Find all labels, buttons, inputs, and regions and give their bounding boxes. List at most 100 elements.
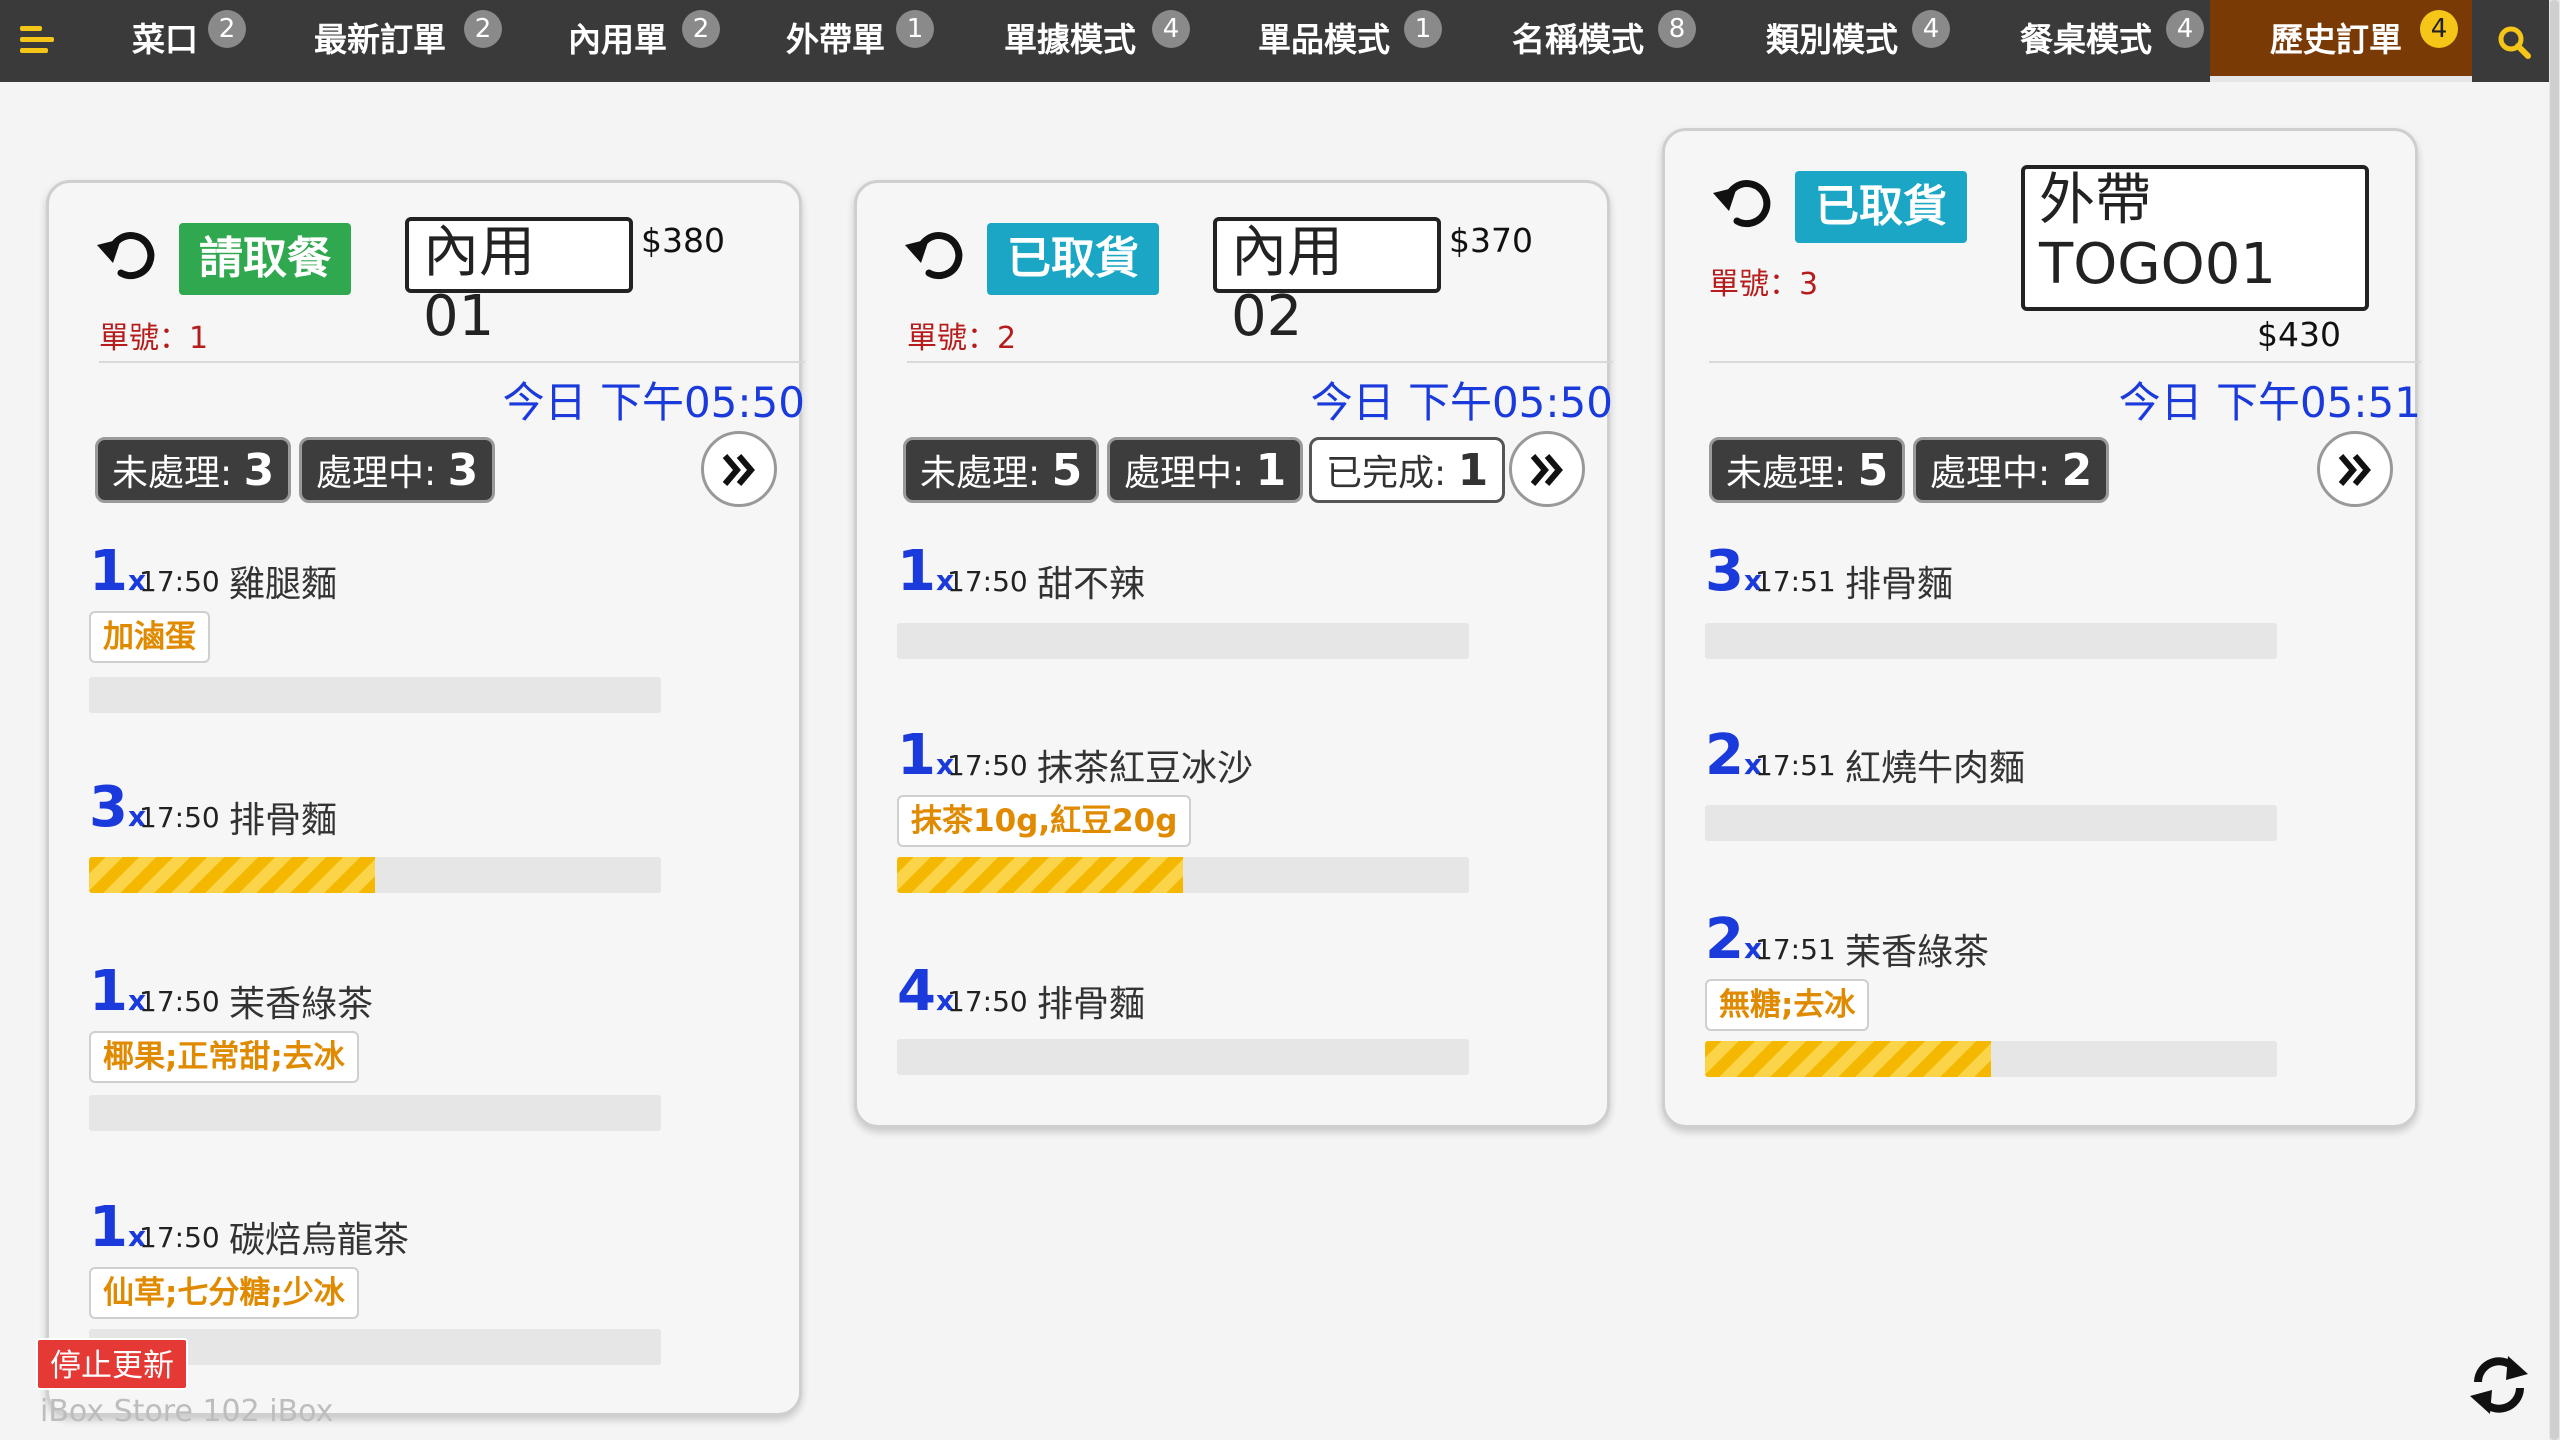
item-time: 17:50 xyxy=(139,985,220,1018)
chip-pending[interactable]: 未處理: 5 xyxy=(903,437,1100,503)
item-qty: 4x xyxy=(897,959,955,1024)
order-card: 已取貨 外帶 TOGO01 單號：3 $430 今日 下午05:51 未處理: … xyxy=(1662,128,2421,1128)
chip-label: 處理中: xyxy=(1930,453,2051,494)
item-time: 17:50 xyxy=(139,801,220,834)
tab-label: 外帶單 xyxy=(786,20,885,59)
refresh-icon[interactable] xyxy=(2466,1352,2532,1418)
tab-table-mode[interactable]: 餐桌模式 4 xyxy=(2020,0,2204,82)
chip-label: 已完成: xyxy=(1326,453,1447,494)
chip-pending[interactable]: 未處理: 5 xyxy=(1709,437,1906,503)
chip-count: 3 xyxy=(447,445,479,496)
item-qty: 1x xyxy=(89,959,147,1024)
item-progress xyxy=(89,677,661,713)
order-number: 單號：1 xyxy=(99,321,209,356)
tab-menu[interactable]: 菜口 2 xyxy=(132,0,246,82)
chip-completed[interactable]: 已完成: 1 xyxy=(1309,437,1506,503)
chip-count: 5 xyxy=(1051,445,1083,496)
tab-badge: 4 xyxy=(2420,10,2458,48)
undo-icon[interactable] xyxy=(95,223,161,289)
status-badge[interactable]: 已取貨 xyxy=(987,223,1159,295)
divider xyxy=(99,361,805,363)
item-time: 17:50 xyxy=(139,565,220,598)
chip-label: 未處理: xyxy=(112,453,233,494)
chip-processing[interactable]: 處理中: 1 xyxy=(1107,437,1304,503)
chip-count: 3 xyxy=(243,445,275,496)
chip-count: 1 xyxy=(1255,445,1287,496)
stop-update-button[interactable]: 停止更新 xyxy=(36,1338,188,1390)
item-qty: 1x xyxy=(897,539,955,604)
item-name: 紅燒牛肉麵 xyxy=(1845,748,2026,789)
chip-count: 5 xyxy=(1857,445,1889,496)
undo-icon[interactable] xyxy=(903,223,969,289)
item-name: 排骨麵 xyxy=(1845,564,1954,605)
chip-label: 未處理: xyxy=(1726,453,1847,494)
tab-dine-in[interactable]: 內用單 2 xyxy=(568,0,720,82)
next-button[interactable] xyxy=(2317,431,2393,507)
chip-processing[interactable]: 處理中: 3 xyxy=(299,437,496,503)
item-time: 17:50 xyxy=(947,749,1028,782)
divider xyxy=(1709,361,2421,363)
order-card: 請取餐 內用 01 $380 單號：1 今日 下午05:50 未處理: 3 處理… xyxy=(46,180,805,1416)
item-progress xyxy=(1705,1041,2277,1077)
divider xyxy=(907,361,1613,363)
tab-history-orders[interactable]: 歷史訂單 4 xyxy=(2210,0,2472,82)
item-qty: 3x xyxy=(89,775,147,840)
table-label: 內用 01 xyxy=(405,217,633,349)
undo-icon[interactable] xyxy=(1711,171,1777,237)
tab-label: 名稱模式 xyxy=(1512,20,1644,59)
tab-badge: 1 xyxy=(1404,10,1442,48)
item-time: 17:50 xyxy=(947,985,1028,1018)
chip-pending[interactable]: 未處理: 3 xyxy=(95,437,292,503)
tab-category-mode[interactable]: 類別模式 4 xyxy=(1766,0,1950,82)
item-progress xyxy=(897,857,1469,893)
order-price: $370 xyxy=(1449,221,1533,260)
item-name: 碳焙烏龍茶 xyxy=(229,1220,410,1261)
double-chevron-right-icon xyxy=(2338,454,2371,486)
item-time: 17:50 xyxy=(947,565,1028,598)
tab-takeout[interactable]: 外帶單 1 xyxy=(786,0,934,82)
scrollbar-thumb[interactable] xyxy=(2550,0,2559,1440)
next-button[interactable] xyxy=(701,431,777,507)
chip-count: 1 xyxy=(1457,445,1489,496)
progress-fill xyxy=(89,857,375,893)
chip-label: 未處理: xyxy=(920,453,1041,494)
progress-fill xyxy=(897,857,1183,893)
item-qty: 3x xyxy=(1705,539,1763,604)
item-modifier: 抹茶10g,紅豆20g xyxy=(897,795,1192,847)
tab-name-mode[interactable]: 名稱模式 8 xyxy=(1512,0,1696,82)
tab-badge: 2 xyxy=(208,10,246,48)
item-modifier: 加滷蛋 xyxy=(89,611,210,663)
next-button[interactable] xyxy=(1509,431,1585,507)
status-badge[interactable]: 請取餐 xyxy=(179,223,351,295)
item-modifier: 椰果;正常甜;去冰 xyxy=(89,1031,359,1083)
order-price: $380 xyxy=(641,221,725,260)
status-badge[interactable]: 已取貨 xyxy=(1795,171,1967,243)
double-chevron-right-icon xyxy=(722,454,755,486)
tab-badge: 4 xyxy=(1912,10,1950,48)
chip-processing[interactable]: 處理中: 2 xyxy=(1913,437,2110,503)
search-icon[interactable] xyxy=(2496,24,2532,60)
tab-label: 餐桌模式 xyxy=(2020,20,2152,59)
tab-label: 最新訂單 xyxy=(314,20,446,59)
menu-icon[interactable] xyxy=(20,26,54,56)
table-label-type: 外帶 xyxy=(2039,168,2151,233)
item-qty: 2x xyxy=(1705,907,1763,972)
item-progress xyxy=(89,1095,661,1131)
item-time: 17:50 xyxy=(139,1221,220,1254)
table-label-code: TOGO01 xyxy=(2039,232,2277,298)
top-nav: 菜口 2 最新訂單 2 內用單 2 外帶單 1 單據模式 4 單品模式 1 名稱… xyxy=(0,0,2549,82)
tab-label: 內用單 xyxy=(568,20,667,59)
item-name: 排骨麵 xyxy=(1037,984,1146,1025)
tab-badge: 4 xyxy=(1152,10,1190,48)
item-name: 茉香綠茶 xyxy=(1845,932,1990,973)
item-time: 17:51 xyxy=(1755,933,1836,966)
order-time: 今日 下午05:50 xyxy=(1310,378,1613,427)
tab-label: 類別模式 xyxy=(1766,20,1898,59)
order-time: 今日 下午05:50 xyxy=(502,378,805,427)
order-card: 已取貨 內用 02 $370 單號：2 今日 下午05:50 未處理: 5 處理… xyxy=(854,180,1613,1128)
tab-item-mode[interactable]: 單品模式 1 xyxy=(1258,0,1442,82)
chip-count: 2 xyxy=(2061,445,2093,496)
item-name: 排骨麵 xyxy=(229,800,338,841)
tab-latest-orders[interactable]: 最新訂單 2 xyxy=(314,0,502,82)
tab-receipt-mode[interactable]: 單據模式 4 xyxy=(1004,0,1190,82)
